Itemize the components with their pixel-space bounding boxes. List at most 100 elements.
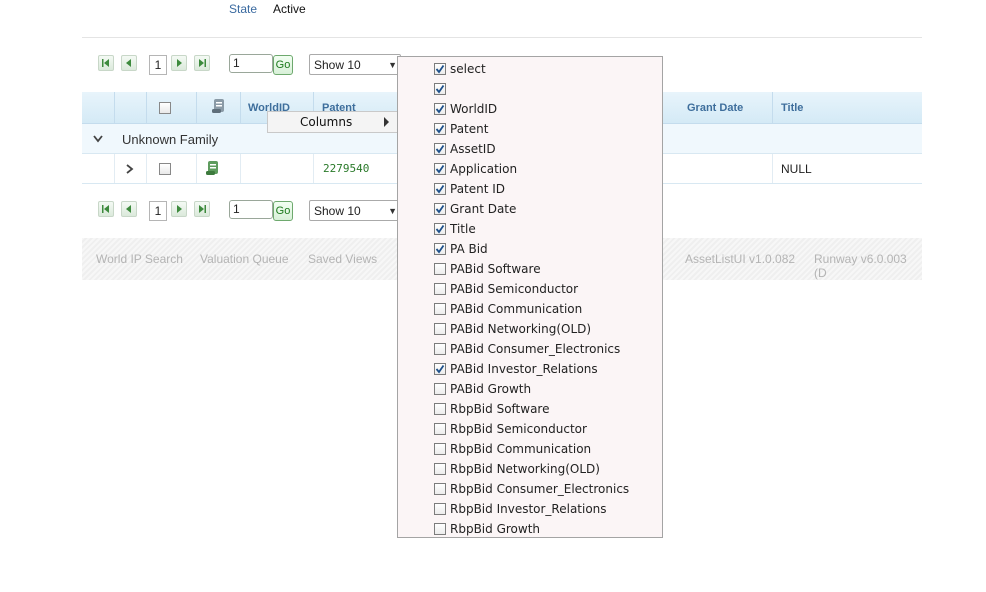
column-checkbox[interactable] [434,263,446,275]
column-checkbox[interactable] [434,123,446,135]
column-checkbox[interactable] [434,163,446,175]
document-scroll-icon[interactable] [205,160,221,176]
column-checkbox[interactable] [434,343,446,355]
column-checkbox[interactable] [434,183,446,195]
column-toggle-item[interactable]: Patent ID [434,180,660,198]
column-toggle-item[interactable]: RbpBid Consumer_Electronics [434,480,660,498]
column-checkbox[interactable] [434,243,446,255]
next-page-button[interactable] [171,201,187,217]
chevron-right-icon[interactable] [126,164,134,174]
page-number: 1 [149,55,167,75]
divider [82,37,922,38]
column-checkbox[interactable] [434,503,446,515]
column-checkbox[interactable] [434,403,446,415]
go-button[interactable]: Go [273,55,293,75]
column-checkbox[interactable] [434,103,446,115]
column-toggle-item[interactable]: RbpBid Growth [434,520,660,538]
column-checkbox[interactable] [434,523,446,535]
page-size-value: Show 10 [314,58,361,72]
goto-page-input[interactable]: 1 [229,54,273,73]
column-label: PABid Semiconductor [450,282,579,296]
column-toggle-item[interactable]: PA Bid [434,240,660,258]
column-checkbox[interactable] [434,463,446,475]
column-toggle-item[interactable]: Application [434,160,660,178]
column-label: PABid Networking(OLD) [450,322,592,336]
column-toggle-item[interactable]: RbpBid Networking(OLD) [434,460,660,478]
dropdown-caret-icon: ▼ [388,206,397,216]
column-toggle-item[interactable]: RbpBid Software [434,400,660,418]
column-toggle-item[interactable]: select [434,60,660,78]
column-toggle-item[interactable]: AssetID [434,140,660,158]
prev-page-button[interactable] [121,201,137,217]
last-page-button[interactable] [194,55,210,71]
goto-page-input[interactable]: 1 [229,200,273,219]
column-label: PA Bid [450,242,488,256]
column-label: AssetID [450,142,496,156]
checkmark-icon [435,104,445,114]
column-checkbox[interactable] [434,443,446,455]
column-toggle-item[interactable]: Title [434,220,660,238]
column-checkbox[interactable] [434,363,446,375]
page-size-select[interactable]: Show 10 ▼ [309,54,401,75]
column-toggle-item[interactable]: Patent [434,120,660,138]
checkmark-icon [435,144,445,154]
footer-link-world-ip-search[interactable]: World IP Search [96,252,183,266]
select-all-cell [147,92,197,124]
column-label: RbpBid Growth [450,522,541,536]
prev-page-button[interactable] [121,55,137,71]
column-label: select [450,62,486,76]
checkmark-icon [435,184,445,194]
column-toggle-item[interactable]: RbpBid Investor_Relations [434,500,660,518]
checkmark-icon [435,224,445,234]
column-toggle-item[interactable]: PABid Semiconductor [434,280,660,298]
last-page-button[interactable] [194,201,210,217]
column-toggle-item[interactable]: PABid Software [434,260,660,278]
first-page-button[interactable] [98,55,114,71]
column-toggle-item[interactable]: WorldID [434,100,660,118]
column-toggle-item[interactable]: Grant Date [434,200,660,218]
column-toggle-item[interactable]: RbpBid Semiconductor [434,420,660,438]
column-checkbox[interactable] [434,83,446,95]
column-toggle-item[interactable]: PABid Growth [434,380,660,398]
column-toggle-item[interactable] [434,80,660,98]
column-toggle-item[interactable]: PABid Consumer_Electronics [434,340,660,358]
group-label: Unknown Family [122,132,219,147]
column-checkbox[interactable] [434,323,446,335]
patent-link[interactable]: 2279540 [323,162,369,175]
row-checkbox[interactable] [159,163,171,175]
column-label: Patent ID [450,182,506,196]
columns-menu-item[interactable]: Columns [300,115,352,129]
column-checkbox[interactable] [434,303,446,315]
column-checkbox[interactable] [434,203,446,215]
first-page-button[interactable] [98,201,114,217]
column-label: RbpBid Communication [450,442,592,456]
column-toggle-item[interactable]: RbpBid Communication [434,440,660,458]
next-page-button[interactable] [171,55,187,71]
column-label: RbpBid Semiconductor [450,422,587,436]
chevron-down-icon[interactable] [93,135,103,143]
columns-submenu: select WorldID Patent AssetID Application Pat… [397,56,663,538]
footer-version-runway: Runway v6.0.003 (D [814,252,907,280]
column-checkbox[interactable] [434,223,446,235]
page-size-select[interactable]: Show 10 ▼ [309,200,401,221]
column-label: PABid Software [450,262,541,276]
column-toggle-item[interactable]: PABid Investor_Relations [434,360,660,378]
footer-link-valuation-queue[interactable]: Valuation Queue [200,252,289,266]
column-checkbox[interactable] [434,423,446,435]
column-checkbox[interactable] [434,283,446,295]
footer-link-saved-views[interactable]: Saved Views [308,252,377,266]
column-toggle-item[interactable]: PABid Communication [434,300,660,318]
column-checkbox[interactable] [434,483,446,495]
checkmark-icon [435,164,445,174]
column-checkbox[interactable] [434,143,446,155]
header-grant-date[interactable]: Grant Date [679,92,773,124]
select-all-checkbox[interactable] [159,102,171,114]
column-toggle-item[interactable]: PABid Networking(OLD) [434,320,660,338]
page-size-value: Show 10 [314,204,361,218]
header-title[interactable]: Title [773,92,922,124]
go-button[interactable]: Go [273,201,293,221]
column-checkbox[interactable] [434,63,446,75]
column-label: RbpBid Networking(OLD) [450,462,600,476]
column-checkbox[interactable] [434,383,446,395]
doc-header-cell [197,92,241,124]
